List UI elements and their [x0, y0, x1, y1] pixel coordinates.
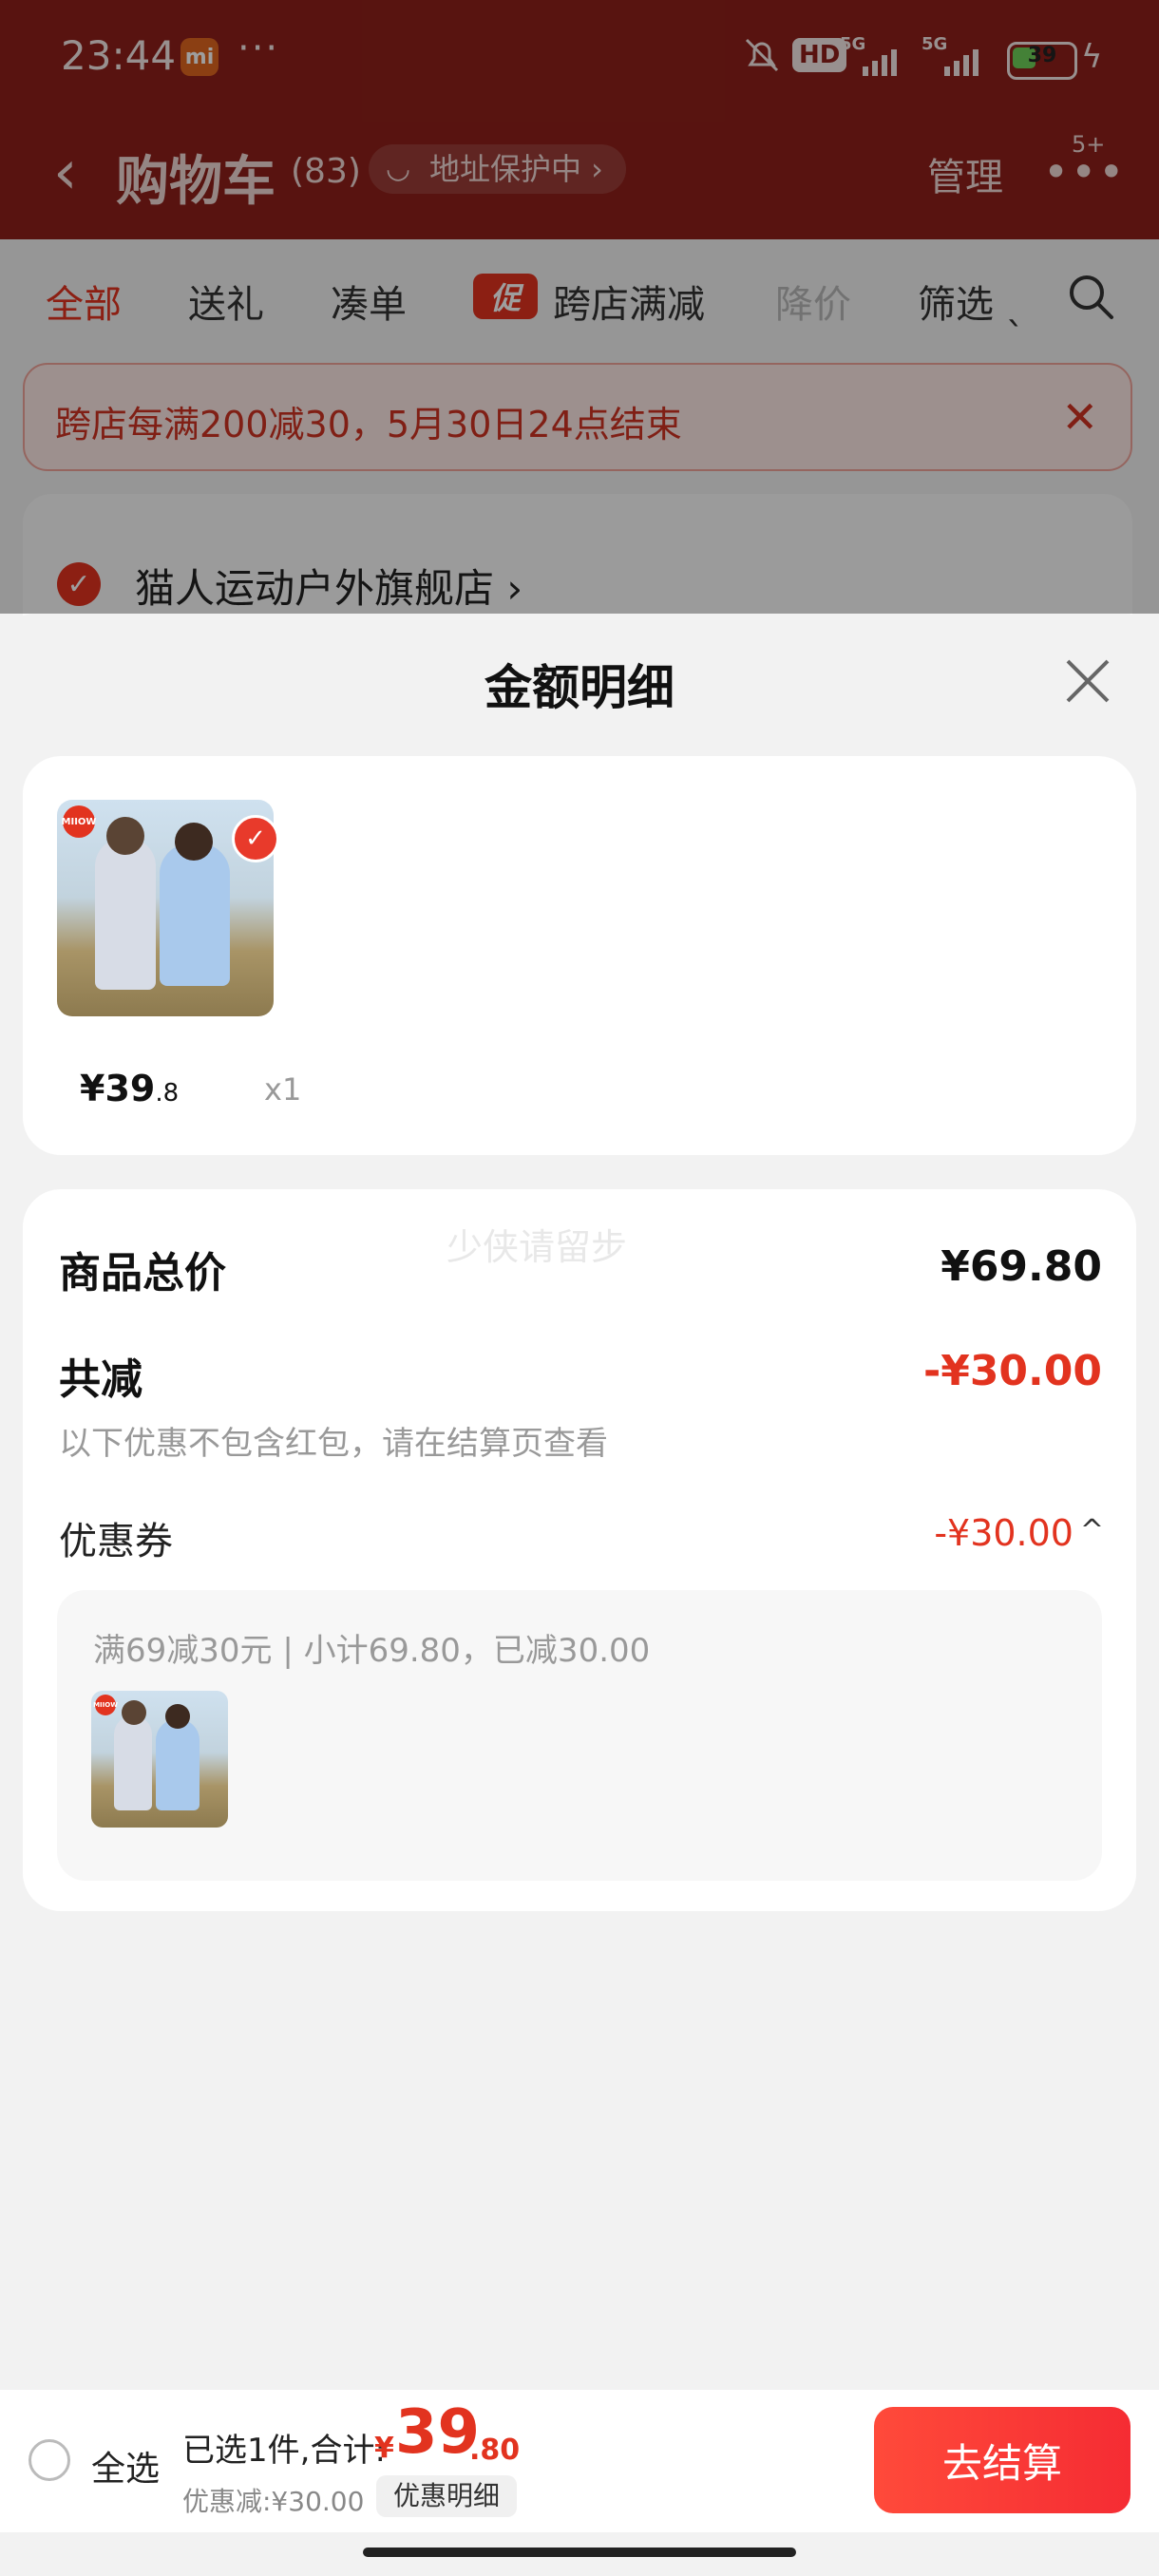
brand-logo: MIIOW	[93, 1695, 118, 1715]
total-price-value: ¥69.80	[940, 1242, 1102, 1291]
brand-logo: MIIOW	[62, 805, 96, 838]
selected-summary: 已选1件,合计:	[182, 2432, 386, 2470]
check-icon: ✓	[232, 815, 279, 862]
total-reduce-value: -¥30.00	[922, 1347, 1102, 1395]
watermark-text: 少侠请留步	[446, 1226, 628, 1268]
coupon-description: 满69减30元 | 小计69.80，已减30.00	[93, 1632, 651, 1670]
home-indicator[interactable]	[363, 2548, 796, 2557]
chevron-up-icon[interactable]: ^	[1080, 1514, 1104, 1547]
reduce-note: 以下优惠不包含红包，请在结算页查看	[59, 1425, 608, 1463]
discount-detail-button[interactable]: 优惠明细	[376, 2475, 518, 2517]
modal-overlay[interactable]	[0, 0, 1159, 614]
total-amount-decimal: .80	[469, 2434, 521, 2467]
select-all-label[interactable]: 全选	[91, 2441, 160, 2491]
total-currency: ¥	[374, 2432, 394, 2465]
coupon-value[interactable]: -¥30.00	[934, 1512, 1074, 1554]
total-amount: 39	[395, 2397, 481, 2468]
item-quantity: x1	[264, 1071, 302, 1108]
coupon-label: 优惠券	[59, 1520, 173, 1563]
total-reduce-label: 共减	[59, 1355, 142, 1404]
coupon-product-thumbnail: MIIOW	[91, 1691, 228, 1828]
item-price: ¥39.8	[80, 1068, 180, 1109]
select-all-radio[interactable]	[28, 2439, 70, 2481]
sheet-title: 金额明细	[484, 660, 674, 715]
discount-amount: 优惠减:¥30.00	[182, 2486, 365, 2517]
close-icon[interactable]	[1060, 653, 1115, 709]
checkout-button[interactable]: 去结算	[874, 2407, 1130, 2513]
total-price-label: 商品总价	[59, 1249, 226, 1297]
